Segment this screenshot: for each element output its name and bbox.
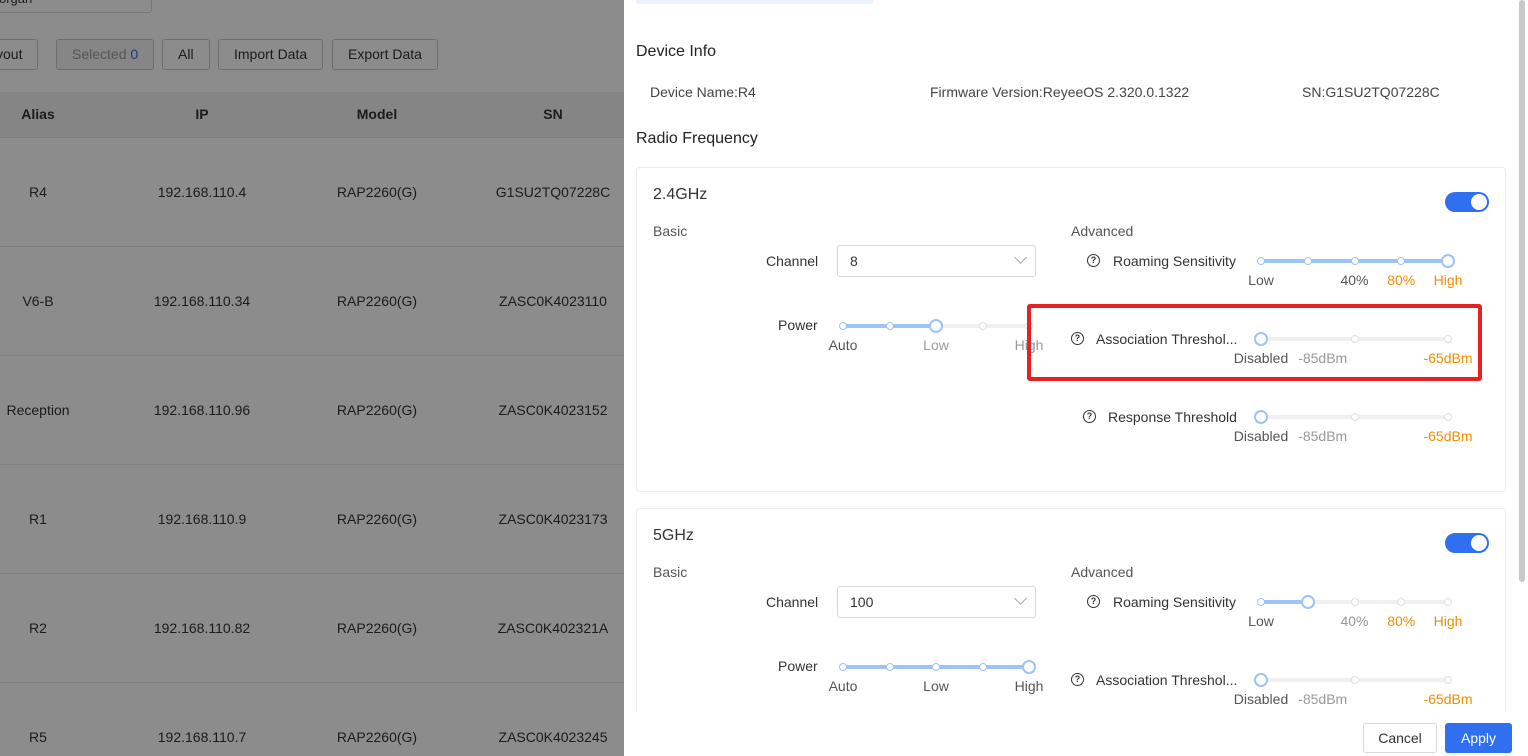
slider-step-dot[interactable] bbox=[1350, 413, 1359, 421]
slider-step-dot[interactable] bbox=[1257, 598, 1265, 606]
slider-mark-label: Low bbox=[923, 678, 949, 694]
basic-label: Basic bbox=[653, 223, 688, 239]
firmware-version: Firmware Version:ReyeeOS 2.320.0.1322 bbox=[930, 84, 1190, 100]
power-slider-24ghz[interactable] bbox=[839, 319, 1033, 333]
slider-step-dot[interactable] bbox=[1444, 413, 1452, 421]
basic-label: Basic bbox=[653, 564, 688, 580]
slider-mark-label: Disabled bbox=[1233, 428, 1289, 444]
channel-value: 100 bbox=[850, 594, 874, 610]
slider-mark-label: 40% bbox=[1340, 613, 1369, 629]
drawer-footer: Cancel Apply bbox=[624, 712, 1528, 756]
slider-step-dot[interactable] bbox=[1397, 598, 1406, 606]
device-name: Device Name:R4 bbox=[650, 84, 756, 100]
device-sn: SN:G1SU2TQ07228C bbox=[1302, 84, 1440, 100]
toggle-knob bbox=[1471, 194, 1487, 210]
question-circle-icon[interactable]: ? bbox=[1087, 595, 1100, 608]
slider-mark-label: Disabled bbox=[1233, 691, 1289, 707]
slider-mark-label: Auto bbox=[828, 678, 858, 694]
power-label: Power bbox=[778, 317, 818, 333]
channel-label: Channel bbox=[766, 594, 819, 610]
band-5ghz-card: 5GHz Basic Advanced Channel 100 Power Au… bbox=[636, 508, 1506, 738]
slider-mark-label: Auto bbox=[828, 337, 858, 353]
band-24ghz-toggle[interactable] bbox=[1445, 192, 1489, 212]
slider-step-dot[interactable] bbox=[978, 663, 987, 671]
slider-mark-label: Low bbox=[923, 337, 949, 353]
power-slider-5ghz[interactable] bbox=[839, 660, 1036, 674]
slider-step-dot[interactable] bbox=[1257, 257, 1265, 265]
slider-mark-label: -85dBm bbox=[1298, 691, 1348, 707]
question-circle-icon[interactable]: ? bbox=[1071, 673, 1084, 686]
slider-step-dot[interactable] bbox=[932, 663, 940, 671]
slider-mark-label: -65dBm bbox=[1423, 428, 1473, 444]
advanced-label: Advanced bbox=[1071, 564, 1134, 580]
slider-step-dot[interactable] bbox=[1444, 676, 1452, 684]
slider-step-dot[interactable] bbox=[885, 322, 894, 330]
slider-step-dot[interactable] bbox=[885, 663, 894, 671]
slider-step-dot[interactable] bbox=[1444, 598, 1452, 606]
response-threshold-label: Response Threshold bbox=[1108, 409, 1237, 425]
slider-mark-label: 40% bbox=[1340, 272, 1369, 288]
question-circle-icon[interactable]: ? bbox=[1083, 410, 1096, 423]
device-info-title: Device Info bbox=[636, 43, 717, 60]
slider-handle[interactable] bbox=[1254, 410, 1268, 424]
channel-label: Channel bbox=[766, 253, 819, 269]
slider-mark-label: Low bbox=[1248, 613, 1274, 629]
slider-step-dot[interactable] bbox=[1397, 257, 1406, 265]
chevron-down-icon bbox=[1014, 592, 1027, 605]
slider-step-dot[interactable] bbox=[839, 322, 847, 330]
highlight-annotation-box bbox=[1027, 304, 1482, 381]
roaming-sensitivity-label: Roaming Sensitivity bbox=[1113, 594, 1236, 610]
cancel-button[interactable]: Cancel bbox=[1363, 723, 1437, 753]
question-circle-icon[interactable]: ? bbox=[1087, 254, 1100, 267]
slider-mark-label: -85dBm bbox=[1298, 428, 1348, 444]
slider-step-dot[interactable] bbox=[1350, 598, 1359, 606]
slider-step-dot[interactable] bbox=[1350, 676, 1359, 684]
slider-mark-label: Low bbox=[1248, 272, 1274, 288]
association-threshold-label: Association Threshol... bbox=[1096, 672, 1238, 688]
advanced-label: Advanced bbox=[1071, 223, 1134, 239]
slider-step-dot[interactable] bbox=[1303, 257, 1312, 265]
channel-value: 8 bbox=[850, 253, 858, 269]
roaming-sensitivity-slider-5ghz[interactable] bbox=[1257, 595, 1452, 609]
slider-mark-label: 80% bbox=[1387, 272, 1416, 288]
association-threshold-slider-5ghz[interactable] bbox=[1254, 673, 1452, 687]
drawer-tab-indicator bbox=[636, 0, 873, 4]
slider-handle[interactable] bbox=[1254, 673, 1268, 687]
apply-button[interactable]: Apply bbox=[1445, 723, 1512, 753]
slider-handle[interactable] bbox=[1022, 660, 1036, 674]
toggle-knob bbox=[1471, 535, 1487, 551]
slider-handle[interactable] bbox=[929, 319, 943, 333]
power-label: Power bbox=[778, 658, 818, 674]
chevron-down-icon bbox=[1014, 251, 1027, 264]
slider-handle[interactable] bbox=[1441, 254, 1455, 268]
device-config-drawer: Device Info Device Name:R4 Firmware Vers… bbox=[624, 0, 1528, 756]
band-24ghz-title: 2.4GHz bbox=[653, 186, 708, 203]
roaming-sensitivity-slider-24ghz[interactable] bbox=[1257, 254, 1455, 268]
drawer-scrollbar[interactable] bbox=[1519, 0, 1525, 582]
slider-mark-label: High bbox=[1433, 272, 1463, 288]
slider-mark-label: 80% bbox=[1387, 613, 1416, 629]
slider-step-dot[interactable] bbox=[1350, 257, 1359, 265]
roaming-sensitivity-label: Roaming Sensitivity bbox=[1113, 253, 1236, 269]
slider-mark-label: High bbox=[1014, 678, 1044, 694]
slider-step-dot[interactable] bbox=[978, 322, 987, 330]
response-threshold-slider-24ghz[interactable] bbox=[1254, 410, 1452, 424]
slider-step-dot[interactable] bbox=[839, 663, 847, 671]
channel-select-5ghz[interactable]: 100 bbox=[837, 586, 1036, 618]
slider-mark-label: -65dBm bbox=[1423, 691, 1473, 707]
band-5ghz-title: 5GHz bbox=[653, 527, 694, 544]
slider-mark-label: High bbox=[1433, 613, 1463, 629]
radio-frequency-title: Radio Frequency bbox=[636, 130, 758, 147]
band-5ghz-toggle[interactable] bbox=[1445, 533, 1489, 553]
slider-handle[interactable] bbox=[1300, 595, 1315, 609]
channel-select-24ghz[interactable]: 8 bbox=[837, 245, 1036, 277]
